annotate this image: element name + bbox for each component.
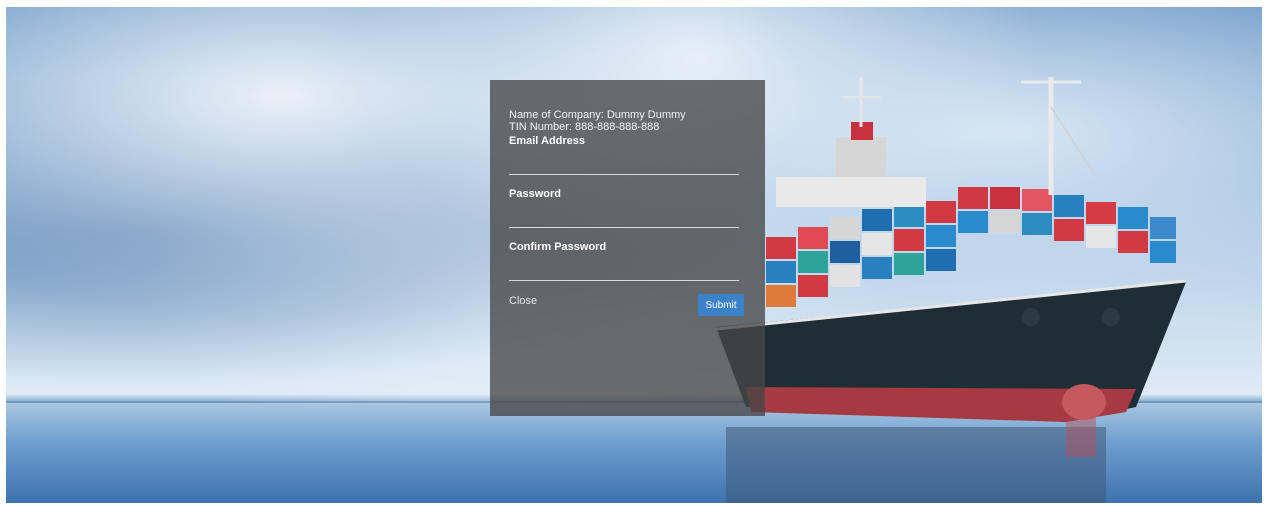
- company-name-text: Name of Company: Dummy Dummy: [509, 109, 686, 121]
- confirm-password-label: Confirm Password: [509, 241, 607, 253]
- registration-panel: Name of Company: Dummy Dummy TIN Number:…: [490, 80, 765, 416]
- close-link[interactable]: Close: [509, 295, 537, 307]
- email-label: Email Address: [509, 135, 586, 147]
- cargo-ship-illustration: [715, 77, 1187, 503]
- password-field[interactable]: [509, 209, 739, 228]
- password-label: Password: [509, 188, 561, 200]
- confirm-password-field[interactable]: [509, 262, 739, 281]
- tin-number-text: TIN Number: 888-888-888-888: [509, 121, 660, 133]
- submit-button[interactable]: Submit: [698, 294, 744, 316]
- email-field[interactable]: [509, 156, 739, 175]
